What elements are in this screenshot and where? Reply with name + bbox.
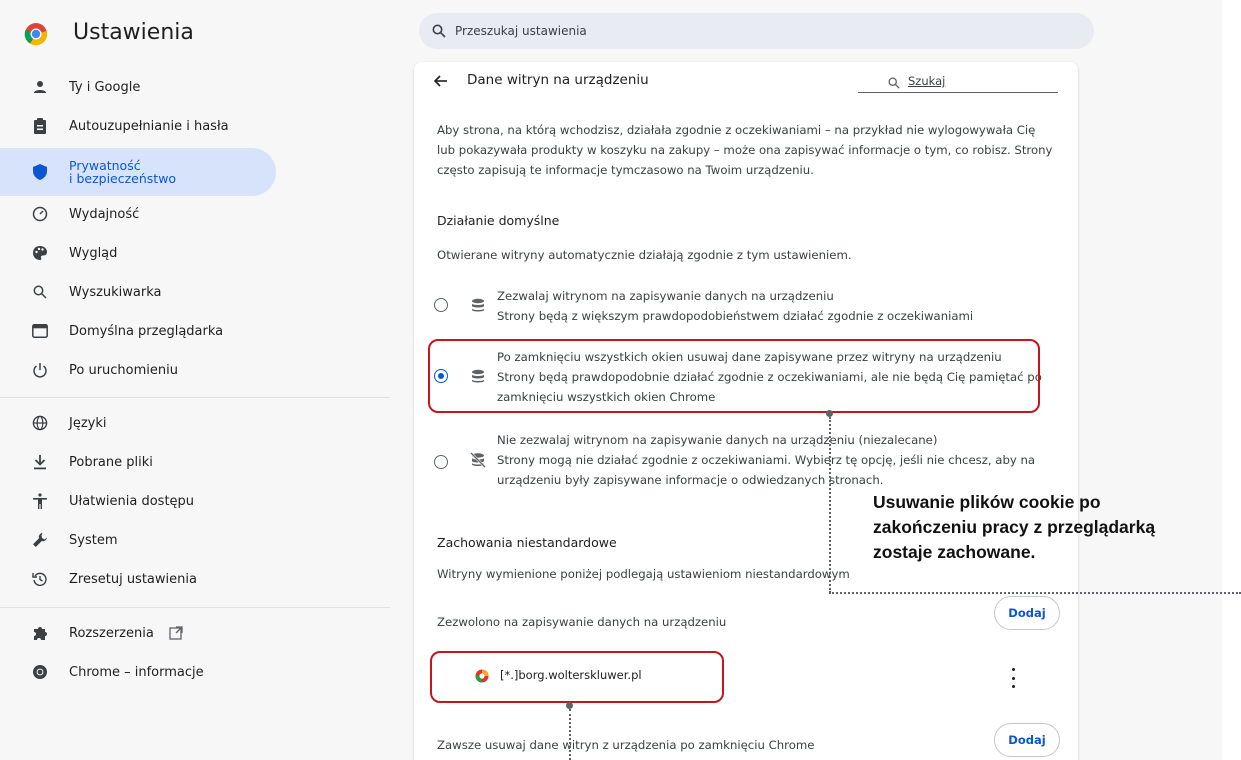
custom-behaviors-subtitle: Witryny wymienione poniżej podlegają ust… <box>437 567 850 581</box>
site-data-card: Dane witryn na urządzeniu Szukaj Aby str… <box>414 62 1078 760</box>
sidebar-item-you-and-google[interactable]: Ty i Google <box>0 67 390 107</box>
sidebar-item-languages[interactable]: Języki <box>0 403 390 443</box>
highlight-site-entry <box>430 651 724 703</box>
search-icon <box>431 23 447 39</box>
sidebar-item-label: Pobrane pliki <box>69 454 153 470</box>
default-behavior-subtitle: Otwierane witryny automatycznie działają… <box>437 248 852 262</box>
sidebar-item-label: Ułatwienia dostępu <box>69 493 195 509</box>
palette-icon <box>31 244 49 262</box>
sidebar-item-autofill[interactable]: Autouzupełnianie i hasła <box>0 106 390 146</box>
page-title: Dane witryn na urządzeniu <box>467 72 649 88</box>
page-margin <box>1222 0 1241 760</box>
always-clear-label: Zawsze usuwaj dane witryn z urządzenia p… <box>437 738 815 752</box>
sidebar-item-on-startup[interactable]: Po uruchomieniu <box>0 350 390 390</box>
option-title: Nie zezwalaj witrynom na zapisywanie dan… <box>497 433 938 447</box>
sidebar-item-label: Chrome – informacje <box>69 664 204 680</box>
callout-leader-line <box>829 417 831 593</box>
sidebar-divider <box>0 397 390 398</box>
database-icon <box>470 297 486 313</box>
sidebar-item-label: System <box>69 532 118 548</box>
intro-text: Aby strona, na którą wchodzisz, działała… <box>437 123 1053 177</box>
sidebar-divider <box>0 607 390 608</box>
external-link-icon <box>169 625 183 644</box>
back-arrow-icon[interactable] <box>432 72 450 90</box>
shield-icon <box>31 163 49 181</box>
sidebar-item-label: Rozszerzenia <box>69 625 154 641</box>
puzzle-icon <box>31 624 49 642</box>
sidebar-item-extensions[interactable]: Rozszerzenia <box>0 613 390 653</box>
download-icon <box>31 453 49 471</box>
search-icon <box>888 74 902 89</box>
chrome-icon <box>31 663 49 681</box>
settings-window: Ustawienia Przeszukaj ustawienia Ty i Go… <box>0 0 1222 760</box>
sidebar-item-label: Prywatność i bezpieczeństwo <box>69 158 177 186</box>
sidebar-item-about-chrome[interactable]: Chrome – informacje <box>0 652 390 692</box>
site-search-field[interactable]: Szukaj <box>858 70 1058 93</box>
sidebar-item-search-engine[interactable]: Wyszukiwarka <box>0 272 390 312</box>
sidebar-item-label: Ty i Google <box>69 79 141 95</box>
sidebar-item-system[interactable]: System <box>0 520 390 560</box>
option-title: Zezwalaj witrynom na zapisywanie danych … <box>497 289 834 303</box>
annotation-callout: Usuwanie plików cookie po zakończeniu pr… <box>873 492 1156 562</box>
sidebar-item-label: Wydajność <box>69 206 140 222</box>
sidebar-item-reset-settings[interactable]: Zresetuj ustawienia <box>0 559 390 599</box>
default-behavior-title: Działanie domyślne <box>437 213 560 228</box>
callout-anchor-dot <box>826 410 833 417</box>
browser-window-icon <box>31 322 49 340</box>
sidebar-item-appearance[interactable]: Wygląd <box>0 233 390 273</box>
sidebar-item-performance[interactable]: Wydajność <box>0 194 390 234</box>
history-icon <box>31 570 49 588</box>
speedometer-icon <box>31 205 49 223</box>
sidebar-item-default-browser[interactable]: Domyślna przeglądarka <box>0 311 390 351</box>
callout-anchor-dot <box>566 702 573 709</box>
more-actions-icon[interactable] <box>1005 668 1021 688</box>
custom-behaviors-title: Zachowania niestandardowe <box>437 535 617 550</box>
sidebar-item-label: Autouzupełnianie i hasła <box>69 118 229 134</box>
highlight-selected-option <box>428 339 1040 413</box>
clipboard-icon <box>31 117 49 135</box>
search-icon <box>31 283 49 301</box>
sidebar-item-label: Języki <box>69 415 107 431</box>
database-off-icon <box>470 452 486 468</box>
sidebar-item-label: Wygląd <box>69 245 118 261</box>
person-icon <box>31 78 49 96</box>
add-allowed-site-button[interactable]: Dodaj <box>994 596 1060 630</box>
power-icon <box>31 361 49 379</box>
wrench-icon <box>31 531 49 549</box>
radio-block[interactable] <box>434 455 448 469</box>
accessibility-icon <box>31 492 49 510</box>
sidebar-item-accessibility[interactable]: Ułatwienia dostępu <box>0 481 390 521</box>
radio-allow[interactable] <box>434 298 448 312</box>
chrome-logo-icon <box>24 22 48 46</box>
allowed-sites-label: Zezwolono na zapisywanie danych na urząd… <box>437 615 727 629</box>
app-title: Ustawienia <box>73 20 194 45</box>
search-input[interactable]: Przeszukaj ustawienia <box>455 24 587 38</box>
sidebar-item-privacy[interactable]: Prywatność i bezpieczeństwo <box>0 148 390 196</box>
settings-search-bar[interactable]: Przeszukaj ustawienia <box>419 13 1094 49</box>
option-description: Strony będą z większym prawdopodobieństw… <box>497 309 974 323</box>
sidebar-item-label: Wyszukiwarka <box>69 284 162 300</box>
add-always-clear-site-button[interactable]: Dodaj <box>994 723 1060 757</box>
callout-leader-line <box>829 592 1241 594</box>
site-search-input[interactable]: Szukaj <box>908 74 945 88</box>
sidebar-item-label: Po uruchomieniu <box>69 362 178 378</box>
sidebar-item-label: Zresetuj ustawienia <box>69 571 197 587</box>
sidebar-item-label: Domyślna przeglądarka <box>69 323 224 339</box>
callout-leader-line <box>569 709 571 760</box>
globe-icon <box>31 414 49 432</box>
sidebar-item-downloads[interactable]: Pobrane pliki <box>0 442 390 482</box>
option-description: Strony mogą nie działać zgodnie z oczeki… <box>497 453 1036 487</box>
